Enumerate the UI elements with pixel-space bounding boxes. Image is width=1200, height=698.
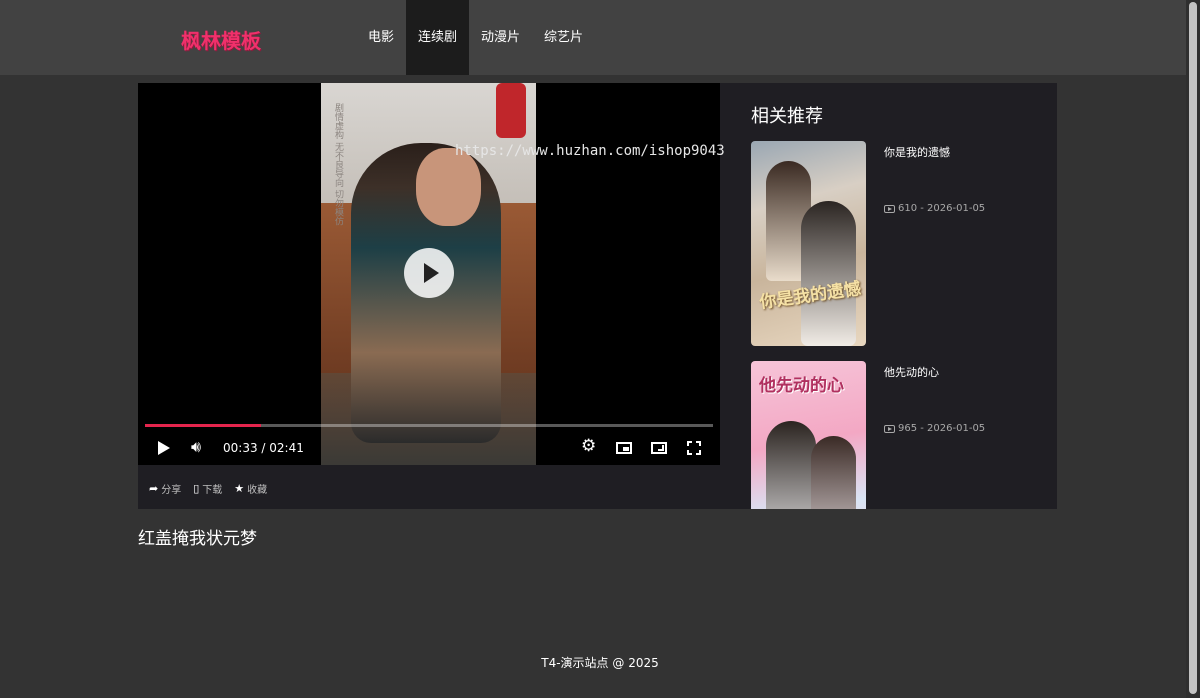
play-icon[interactable]: [158, 441, 170, 455]
nav-item-anime[interactable]: 动漫片: [469, 0, 532, 75]
share-label: 分享: [161, 485, 182, 496]
download-button[interactable]: ▯ 下载: [193, 481, 222, 496]
related-item-meta: 610 - 2026-01-05: [884, 203, 985, 214]
progress-bar[interactable]: [145, 424, 713, 427]
footer-text: T4-演示站点 @ 2025: [541, 656, 659, 670]
play-count-icon: [884, 204, 895, 213]
video-title: 红盖掩我状元梦: [138, 529, 257, 549]
poster-figure: [811, 436, 856, 509]
related-title: 相关推荐: [751, 106, 823, 127]
phone-icon: ▯: [193, 482, 200, 495]
time-display: 00:33 / 02:41: [223, 441, 304, 455]
favorite-label: 收藏: [247, 485, 268, 496]
related-panel: 相关推荐 你是我的遗憾 你是我的遗憾 610 - 2026-01-05 他先动的…: [720, 83, 1057, 509]
page-scrollbar-thumb[interactable]: [1189, 2, 1197, 694]
settings-gear-icon[interactable]: ⚙: [581, 436, 596, 456]
share-icon: ➦: [149, 482, 159, 495]
progress-fill: [145, 424, 262, 427]
poster-figure: [801, 201, 856, 346]
volume-icon[interactable]: 🔊︎: [191, 437, 201, 457]
related-item[interactable]: 你是我的遗憾 你是我的遗憾 610 - 2026-01-05: [751, 141, 1041, 346]
widescreen-icon[interactable]: [651, 442, 667, 454]
video-player[interactable]: 剧情虚构 无不良导向 切勿模仿 🔊︎ 00:33 / 02:41 ⚙: [138, 83, 720, 465]
main-nav: 电影 连续剧 动漫片 综艺片: [356, 0, 595, 75]
frame-caption: 剧情虚构 无不良导向 切勿模仿: [333, 103, 343, 226]
frame-face: [416, 148, 481, 226]
related-item-meta-text: 965 - 2026-01-05: [898, 423, 986, 434]
nav-item-series[interactable]: 连续剧: [406, 0, 470, 75]
related-item-name[interactable]: 他先动的心: [884, 364, 939, 380]
nav-item-movie[interactable]: 电影: [356, 0, 406, 75]
related-item-meta-text: 610 - 2026-01-05: [898, 203, 986, 214]
poster-image[interactable]: 你是我的遗憾: [751, 141, 866, 346]
site-logo[interactable]: 枫林模板: [181, 25, 261, 54]
fullscreen-icon[interactable]: [687, 441, 701, 455]
related-item-name[interactable]: 你是我的遗憾: [884, 144, 950, 160]
action-bar: ➦ 分享 ▯ 下载 ★ 收藏: [149, 481, 267, 496]
play-count-icon: [884, 424, 895, 433]
picture-in-picture-icon[interactable]: [616, 442, 632, 454]
poster-figure: [766, 421, 816, 509]
related-item-meta: 965 - 2026-01-05: [884, 423, 985, 434]
player-section: 剧情虚构 无不良导向 切勿模仿 🔊︎ 00:33 / 02:41 ⚙ https…: [138, 83, 1057, 509]
related-item[interactable]: 他先动的心 他先动的心 965 - 2026-01-05: [751, 361, 1041, 509]
site-header: 枫林模板 电影 连续剧 动漫片 综艺片: [0, 0, 1200, 75]
frame-decoration: [496, 83, 526, 138]
download-label: 下载: [202, 485, 223, 496]
poster-title: 他先动的心: [759, 376, 844, 396]
favorite-button[interactable]: ★ 收藏: [234, 481, 267, 496]
share-button[interactable]: ➦ 分享: [149, 481, 181, 496]
star-icon: ★: [234, 482, 245, 495]
nav-item-variety[interactable]: 综艺片: [532, 0, 595, 75]
poster-image[interactable]: 他先动的心: [751, 361, 866, 509]
watermark-text: https://www.huzhan.com/ishop9043: [455, 143, 725, 159]
big-play-button[interactable]: [404, 248, 454, 298]
player-controls: 🔊︎ 00:33 / 02:41 ⚙: [138, 433, 720, 465]
